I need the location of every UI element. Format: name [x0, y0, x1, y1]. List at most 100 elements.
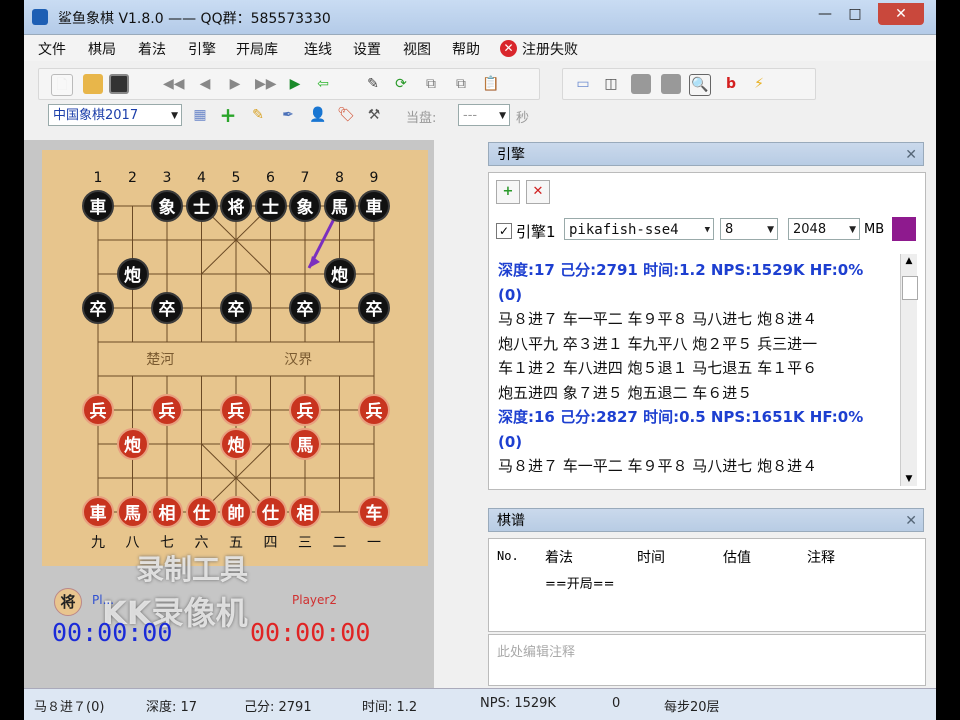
maximize-button[interactable]: □ [840, 3, 870, 25]
b-icon[interactable]: b [721, 74, 741, 94]
panel-dark-icon[interactable] [661, 74, 681, 94]
col-number-top: 3 [162, 170, 172, 186]
piece-black[interactable]: 象 [289, 190, 321, 222]
magnifier-icon[interactable]: 🔍 [689, 74, 711, 96]
menu-opening-book[interactable]: 开局库 [236, 39, 278, 59]
engine-enabled-checkbox[interactable]: ✓ [496, 223, 512, 239]
panel-gray-icon[interactable] [631, 74, 651, 94]
back-arrow-icon[interactable]: ⇦ [313, 74, 333, 94]
piece-black[interactable]: 卒 [82, 292, 114, 324]
piece-red[interactable]: 馬 [289, 428, 321, 460]
edit-board-icon[interactable]: ✎ [363, 74, 383, 94]
piece-black[interactable]: 炮 [323, 258, 356, 290]
piece-black[interactable]: 象 [151, 190, 183, 222]
record-panel-header: 棋谱 ✕ [488, 508, 924, 532]
tool-icon[interactable]: ⚒ [364, 105, 384, 125]
col-number-top: 4 [197, 170, 206, 186]
comment-editor[interactable]: 此处编辑注释 [488, 634, 926, 686]
user-icon[interactable]: 👤 [308, 105, 328, 125]
piece-red[interactable]: 炮 [220, 428, 252, 460]
piece-red[interactable]: 炮 [116, 428, 149, 460]
close-icon[interactable]: ✕ [905, 509, 917, 533]
menu-connect[interactable]: 连线 [304, 39, 332, 59]
piece-red[interactable]: 车 [358, 496, 390, 528]
refresh-icon[interactable]: ⟳ [391, 74, 411, 94]
piece-red[interactable]: 兵 [289, 394, 321, 426]
piece-black[interactable]: 馬 [323, 190, 356, 222]
piece-red[interactable]: 相 [151, 496, 183, 528]
board-style-icon[interactable]: ▦ [190, 105, 210, 125]
col-header-comment: 注释 [807, 550, 835, 566]
piece-black[interactable]: 卒 [289, 292, 321, 324]
window-icon[interactable]: ▭ [573, 74, 593, 94]
add-engine-icon[interactable]: + [496, 180, 520, 204]
piece-black[interactable]: 炮 [116, 258, 149, 290]
layout-icon[interactable]: ◫ [601, 74, 621, 94]
game-type-select[interactable]: 中国象棋2017 ▼ [48, 104, 182, 126]
open-folder-icon[interactable] [83, 74, 103, 94]
col-number-top: 9 [369, 170, 379, 186]
close-button[interactable]: ✕ [878, 3, 924, 25]
scroll-down-icon[interactable]: ▼ [901, 474, 917, 484]
piece-red[interactable]: 仕 [185, 496, 218, 528]
minimize-button[interactable]: — [810, 3, 840, 25]
threads-select[interactable]: 8 ▼ [720, 218, 778, 240]
menu-view[interactable]: 视图 [403, 39, 431, 59]
lightning-icon[interactable]: ⚡ [749, 74, 769, 94]
color-swatch[interactable] [892, 217, 916, 241]
player1-name: Pl... [92, 593, 115, 607]
pen-icon[interactable]: ✒ [278, 105, 298, 125]
col-number-top: 5 [231, 170, 241, 186]
paste-icon[interactable]: 📋 [481, 74, 501, 94]
next-move-icon[interactable]: ▶ [225, 74, 245, 94]
piece-red[interactable]: 兵 [82, 394, 114, 426]
menu-help[interactable]: 帮助 [452, 39, 480, 59]
analysis-scrollbar[interactable]: ▲ ▼ [900, 254, 918, 486]
piece-black[interactable]: 士 [254, 190, 287, 222]
piece-red[interactable]: 相 [289, 496, 321, 528]
piece-red[interactable]: 車 [82, 496, 114, 528]
piece-red[interactable]: 馬 [116, 496, 149, 528]
piece-black[interactable]: 卒 [220, 292, 252, 324]
close-icon[interactable]: ✕ [905, 143, 917, 167]
scroll-thumb[interactable] [902, 276, 918, 300]
piece-black[interactable]: 車 [82, 190, 114, 222]
register-status[interactable]: 注册失败 [522, 39, 578, 59]
piece-black[interactable]: 将 [220, 190, 252, 222]
analysis-header-line: 深度:16 己分:2827 时间:0.5 NPS:1651K HF:0% [498, 408, 864, 426]
piece-red[interactable]: 仕 [254, 496, 287, 528]
piece-red[interactable]: 帥 [220, 496, 252, 528]
engine-select[interactable]: pikafish-sse4 ▼ [564, 218, 714, 240]
new-file-icon[interactable]: 🗋 [51, 74, 73, 96]
chevron-down-icon: ▼ [704, 225, 710, 235]
copy-fen-icon[interactable]: ⧉ [451, 74, 471, 94]
scroll-up-icon[interactable]: ▲ [901, 256, 917, 266]
remove-engine-icon[interactable]: ✕ [526, 180, 550, 204]
engine-panel-title: 引擎 [497, 147, 525, 163]
add-icon[interactable]: + [218, 105, 238, 125]
menu-settings[interactable]: 设置 [353, 39, 381, 59]
piece-red[interactable]: 兵 [358, 394, 390, 426]
first-move-icon[interactable]: ◀◀ [163, 74, 185, 94]
time-select[interactable]: --- ▼ [458, 104, 510, 126]
menu-game[interactable]: 棋局 [88, 39, 116, 59]
save-icon[interactable] [109, 74, 129, 94]
status-score: 己分: 2791 [244, 700, 312, 715]
piece-red[interactable]: 兵 [151, 394, 183, 426]
hash-select[interactable]: 2048 ▼ [788, 218, 860, 240]
piece-red[interactable]: 兵 [220, 394, 252, 426]
play-icon[interactable]: ▶ [285, 74, 305, 94]
piece-black[interactable]: 卒 [358, 292, 390, 324]
copy-icon[interactable]: ⧉ [421, 74, 441, 94]
record-row-opening[interactable]: ==开局== [545, 573, 615, 592]
piece-black[interactable]: 車 [358, 190, 390, 222]
tag-icon[interactable]: 🏷 [336, 105, 356, 125]
menu-engine[interactable]: 引擎 [188, 39, 216, 59]
piece-black[interactable]: 士 [185, 190, 218, 222]
last-move-icon[interactable]: ▶▶ [255, 74, 277, 94]
prev-move-icon[interactable]: ◀ [195, 74, 215, 94]
menu-file[interactable]: 文件 [38, 39, 66, 59]
note-icon[interactable]: ✎ [248, 105, 268, 125]
menu-moves[interactable]: 着法 [138, 39, 166, 59]
piece-black[interactable]: 卒 [151, 292, 183, 324]
